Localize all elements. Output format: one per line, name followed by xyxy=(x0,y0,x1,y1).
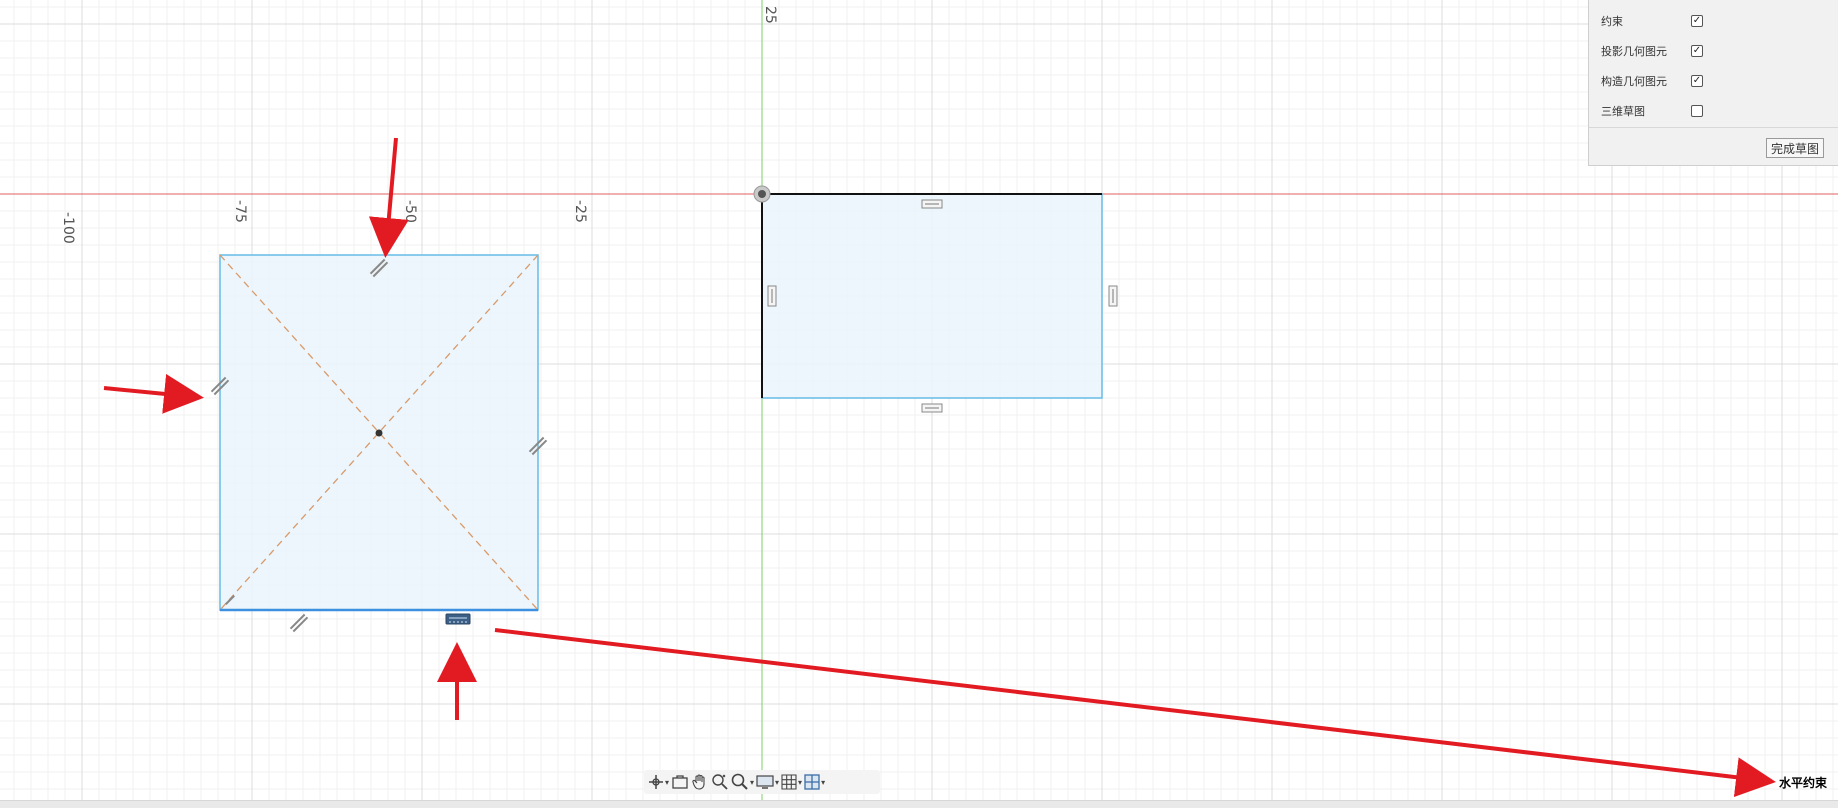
tick-label-neg100: -100 xyxy=(60,212,76,244)
palette-row-3d-sketch: 三维草图 xyxy=(1601,100,1821,122)
orbit-icon[interactable]: ▾ xyxy=(648,771,669,793)
tick-label-neg50: -50 xyxy=(402,200,418,223)
tick-label-neg75: -75 xyxy=(232,200,248,223)
vertical-constraint-icon[interactable] xyxy=(767,285,777,307)
finish-sketch-button[interactable]: 完成草图 xyxy=(1766,138,1825,158)
tick-label-neg25: -25 xyxy=(572,200,588,223)
horizontal-constraint-icon[interactable] xyxy=(921,403,943,413)
projected-geometry-checkbox[interactable]: ✓ xyxy=(1691,45,1703,57)
grid-settings-icon[interactable]: ▾ xyxy=(781,771,802,793)
vertical-constraint-icon[interactable] xyxy=(1108,285,1118,307)
parallel-constraint-icon[interactable] xyxy=(289,613,309,633)
zoom-icon[interactable] xyxy=(711,771,729,793)
palette-row-projected: 投影几何图元 ✓ xyxy=(1601,40,1821,62)
annotation-label: 水平约束 xyxy=(1779,776,1828,790)
sketch-palette: 约束 ✓ 投影几何图元 ✓ 构造几何图元 ✓ 三维草图 完成草图 xyxy=(1588,0,1838,166)
construction-geometry-checkbox[interactable]: ✓ xyxy=(1691,75,1703,87)
display-settings-icon[interactable]: ▾ xyxy=(756,771,779,793)
left-rectangle-profile[interactable] xyxy=(210,254,548,633)
constraints-checkbox[interactable]: ✓ xyxy=(1691,15,1703,27)
origin-point-icon[interactable] xyxy=(753,185,771,203)
fit-icon[interactable]: ▾ xyxy=(731,771,754,793)
palette-row-construction: 构造几何图元 ✓ xyxy=(1601,70,1821,92)
pan-icon[interactable] xyxy=(691,771,709,793)
palette-label: 三维草图 xyxy=(1601,105,1645,118)
tick-label-25: 25 xyxy=(762,6,778,24)
3d-sketch-checkbox[interactable] xyxy=(1691,105,1703,117)
horizontal-constraint-icon[interactable] xyxy=(921,199,943,209)
horizontal-constraint-icon[interactable] xyxy=(445,613,471,625)
navigation-toolbar: ▾ ▾ ▾ ▾ ▾ xyxy=(644,770,880,794)
right-rectangle-profile[interactable] xyxy=(761,193,1118,413)
look-at-icon[interactable] xyxy=(671,771,689,793)
palette-label: 构造几何图元 xyxy=(1601,75,1667,88)
center-point[interactable] xyxy=(375,429,383,437)
sketch-canvas[interactable]: -100 -75 -50 -25 25 xyxy=(0,0,1838,807)
palette-divider xyxy=(1589,127,1838,128)
palette-row-constraints: 约束 ✓ xyxy=(1601,10,1821,32)
palette-label: 投影几何图元 xyxy=(1601,45,1667,58)
viewports-icon[interactable]: ▾ xyxy=(804,771,825,793)
palette-label: 约束 xyxy=(1601,15,1623,28)
